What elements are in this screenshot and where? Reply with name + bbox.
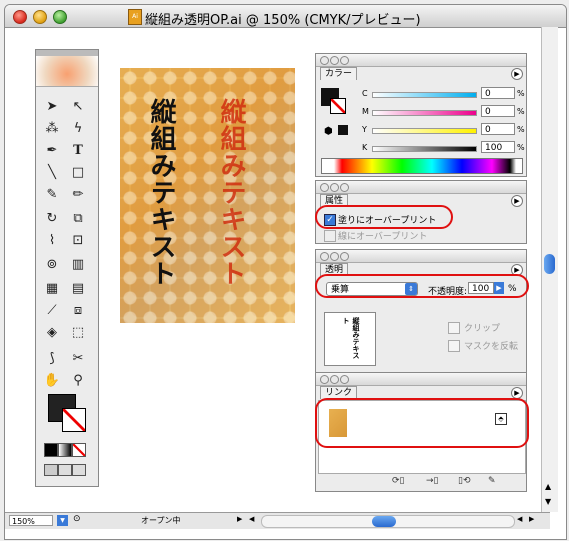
zoom-tool-icon[interactable]: ⚲ [66, 370, 90, 392]
color-mode-button[interactable] [44, 443, 58, 457]
slice-tool-icon[interactable]: ⟆ [40, 348, 64, 370]
close-button[interactable] [13, 10, 27, 24]
mesh-tool-icon[interactable]: ▦ [40, 278, 64, 300]
zoom-field[interactable]: 150% [9, 515, 53, 526]
type-tool-icon[interactable]: T [66, 140, 90, 162]
zoom-reset-icon[interactable]: ⊙ [73, 514, 81, 524]
rotate-tool-icon[interactable]: ↻ [40, 208, 64, 230]
zoom-button[interactable] [53, 10, 67, 24]
stroke-overprint-label: 線にオーバープリント [338, 232, 428, 242]
highlight-ring [315, 398, 529, 448]
update-link-icon[interactable]: ▯⟲ [458, 476, 471, 486]
highlight-ring [315, 274, 529, 298]
none-mode-button[interactable] [72, 443, 86, 457]
hscroll-left-edge-icon[interactable]: ◀ [249, 515, 254, 523]
zoom-dropdown-icon[interactable]: ▼ [57, 515, 68, 526]
relink-icon[interactable]: ⟳▯ [392, 476, 405, 486]
thumbnail-text: 縦組みテキスト [342, 317, 360, 359]
k-value[interactable]: 100 [481, 141, 515, 153]
y-slider[interactable] [372, 128, 477, 134]
scroll-down-icon[interactable]: ▼ [545, 497, 551, 506]
clip-checkbox[interactable] [448, 322, 460, 334]
illustrator-logo [36, 56, 98, 87]
c-value[interactable]: 0 [481, 87, 515, 99]
artwork-text-red[interactable]: 縦組みテキスト [216, 98, 246, 287]
screen-mode-1[interactable] [44, 464, 58, 476]
artwork[interactable]: 縦組みテキスト 縦組みテキスト [120, 68, 295, 323]
panel-menu-icon[interactable]: ▶ [511, 68, 523, 80]
channel-m-label: M [362, 107, 369, 116]
channel-k-label: K [362, 143, 368, 152]
document-icon: Ai [128, 9, 142, 25]
vertical-scrollbar[interactable]: ▲ ▼ [541, 27, 558, 512]
blend-tool-icon[interactable]: ⧈ [66, 300, 90, 322]
transparency-panel: 透明 ▶ 乗算 ⇕ 不透明度: 100 ▶ % 縦組みテキスト クリップ マスク… [315, 249, 527, 373]
scale-tool-icon[interactable]: ⧉ [66, 208, 90, 230]
pencil-icon[interactable]: ✏ [66, 184, 90, 206]
selection-tool-icon[interactable]: ➤ [40, 96, 64, 118]
channel-c-label: C [362, 89, 368, 98]
clip-label: クリップ [464, 324, 501, 334]
scroll-right-icon[interactable]: ▶ [529, 515, 534, 523]
panel-menu-icon[interactable]: ▶ [511, 195, 523, 207]
cube-icon[interactable]: ⬢ [324, 126, 333, 137]
live-paint-select-icon[interactable]: ⬚ [66, 322, 90, 344]
m-value[interactable]: 0 [481, 105, 515, 117]
status-bar: 150% ▼ ⊙ オープン中 ▶ ◀ ◀ ▶ [5, 512, 550, 529]
tab-color[interactable]: カラー [320, 67, 358, 80]
title-bar[interactable]: Ai 縦組み透明OP.ai @ 150% (CMYK/プレビュー) [5, 5, 566, 28]
channel-y-label: Y [362, 125, 367, 134]
last-color-swatch[interactable] [338, 125, 348, 135]
stroke-swatch[interactable] [62, 408, 86, 432]
lasso-icon[interactable]: ϟ [66, 118, 90, 140]
hand-tool-icon[interactable]: ✋ [40, 370, 64, 392]
color-panel: カラー ▶ ⬢ C 0 % M 0 % Y 0 % K 100 % [315, 53, 527, 177]
live-paint-icon[interactable]: ◈ [40, 322, 64, 344]
rectangle-tool-icon[interactable]: □ [66, 162, 90, 184]
symbol-sprayer-icon[interactable]: ⊚ [40, 254, 64, 276]
vertical-scroll-thumb[interactable] [544, 254, 555, 274]
highlight-ring [315, 205, 453, 229]
invert-mask-label: マスクを反転 [464, 342, 519, 352]
scroll-left-icon[interactable]: ◀ [517, 515, 522, 523]
graph-tool-icon[interactable]: ▥ [66, 254, 90, 276]
direct-selection-icon[interactable]: ↖ [66, 96, 90, 118]
scissors-icon[interactable]: ✂ [66, 348, 90, 370]
status-menu-icon[interactable]: ▶ [237, 515, 242, 523]
window-title: 縦組み透明OP.ai @ 150% (CMYK/プレビュー) [145, 13, 421, 28]
stroke-overprint-checkbox[interactable] [324, 230, 336, 242]
horizontal-scroll-thumb[interactable] [372, 516, 396, 527]
magic-wand-icon[interactable]: ⁂ [40, 118, 64, 140]
free-transform-icon[interactable]: ⊡ [66, 230, 90, 252]
line-tool-icon[interactable]: ╲ [40, 162, 64, 184]
k-slider[interactable] [372, 146, 477, 152]
y-value[interactable]: 0 [481, 123, 515, 135]
edit-original-icon[interactable]: ✎ [488, 476, 496, 486]
gradient-mode-button[interactable] [58, 443, 72, 457]
warp-tool-icon[interactable]: ⌇ [40, 230, 64, 252]
artwork-text-black[interactable]: 縦組みテキスト [146, 98, 176, 287]
goto-link-icon[interactable]: →▯ [426, 476, 439, 486]
color-spectrum[interactable] [321, 158, 523, 174]
document-window: Ai 縦組み透明OP.ai @ 150% (CMYK/プレビュー) 縦組みテキス… [4, 4, 567, 540]
pen-tool-icon[interactable]: ✒ [40, 140, 64, 162]
scroll-up-icon[interactable]: ▲ [545, 482, 551, 491]
screen-mode-3[interactable] [72, 464, 86, 476]
eyedropper-icon[interactable]: ⟋ [40, 300, 64, 322]
gradient-tool-icon[interactable]: ▤ [66, 278, 90, 300]
screen-mode-2[interactable] [58, 464, 72, 476]
invert-mask-checkbox[interactable] [448, 340, 460, 352]
status-text: オープン中 [141, 516, 181, 525]
c-slider[interactable] [372, 92, 477, 98]
color-stroke-swatch[interactable] [330, 98, 346, 114]
paintbrush-icon[interactable]: ✎ [40, 184, 64, 206]
horizontal-scrollbar[interactable] [261, 515, 515, 528]
toolbox: ➤ ↖ ⁂ ϟ ✒ T ╲ □ ✎ ✏ ↻ ⧉ ⌇ ⊡ ⊚ ▥ ▦ ▤ ⟋ ⧈ … [35, 49, 99, 487]
minimize-button[interactable] [33, 10, 47, 24]
object-thumbnail[interactable]: 縦組みテキスト [324, 312, 376, 366]
m-slider[interactable] [372, 110, 477, 116]
